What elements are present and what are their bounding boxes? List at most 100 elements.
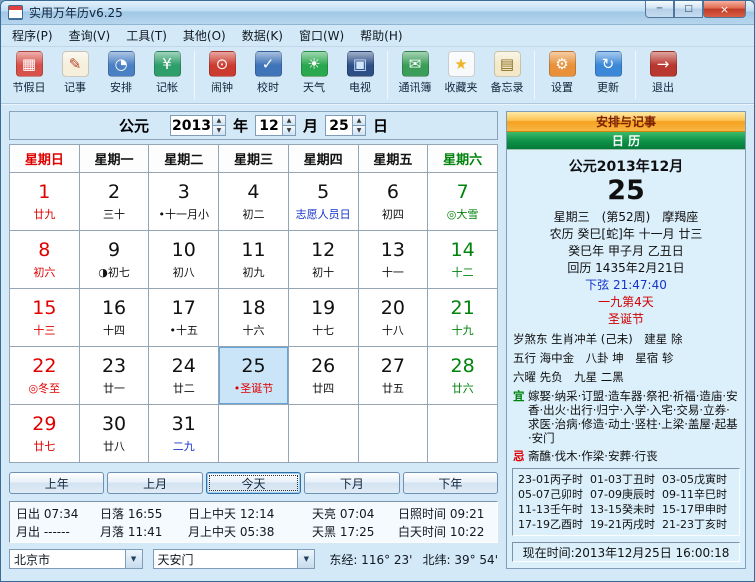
calendar-day-cell-5[interactable]: 5志愿人员日 <box>288 173 358 231</box>
day-lunar-label: 廿七 <box>10 438 79 454</box>
close-button[interactable]: × <box>703 1 746 18</box>
hour-period-cell: 11-13壬午时 <box>518 502 590 517</box>
menu-item[interactable]: 查询(V) <box>61 24 119 47</box>
calendar-day-cell-21[interactable]: 21十九 <box>428 289 498 347</box>
calendar-day-cell-8[interactable]: 8初六 <box>10 231 80 289</box>
toolbar-button-schedule[interactable]: ◔安排 <box>98 50 144 95</box>
calendar-day-cell-17[interactable]: 17•十五 <box>149 289 219 347</box>
notes-icon: ✎ <box>62 51 89 77</box>
day-down-button[interactable]: ▼ <box>352 126 366 136</box>
calendar-day-cell-11[interactable]: 11初九 <box>219 231 289 289</box>
toolbar-button-favorites[interactable]: ★收藏夹 <box>438 50 484 95</box>
prev-year-button[interactable]: 上年 <box>9 472 104 494</box>
calendar-day-cell-27[interactable]: 27廿五 <box>358 347 428 405</box>
toolbar-button-memo[interactable]: ▤备忘录 <box>484 50 530 95</box>
calendar-day-cell-7[interactable]: 7◎大雪 <box>428 173 498 231</box>
city-dropdown-icon[interactable]: ▼ <box>125 550 142 568</box>
day-number: 4 <box>219 181 288 203</box>
hour-period-cell: 19-21丙戌时 <box>590 517 662 532</box>
calendar-day-cell-12[interactable]: 12初十 <box>288 231 358 289</box>
calendar-day-cell-20[interactable]: 20十八 <box>358 289 428 347</box>
calendar-day-cell-31[interactable]: 31二九 <box>149 405 219 463</box>
calendar-day-cell-29[interactable]: 29廿七 <box>10 405 80 463</box>
sun-moon-item: 月上中天 05:38 <box>188 523 312 540</box>
toolbar-button-weather[interactable]: ☀天气 <box>291 50 337 95</box>
sun-moon-row: 日出 07:34日落 16:55日上中天 12:14天亮 07:04日照时间 0… <box>16 504 491 522</box>
menu-item[interactable]: 窗口(W) <box>291 24 352 47</box>
calendar-day-cell-15[interactable]: 15十三 <box>10 289 80 347</box>
toolbar-button-time-sync[interactable]: ✓校时 <box>245 50 291 95</box>
day-number: 17 <box>149 297 218 319</box>
prev-month-button[interactable]: 上月 <box>107 472 202 494</box>
toolbar-button-settings[interactable]: ⚙设置 <box>539 50 585 95</box>
toolbar-button-contacts[interactable]: ✉通讯簿 <box>392 50 438 95</box>
toolbar-button-label: 校时 <box>257 79 279 95</box>
today-button[interactable]: 今天 <box>206 472 301 494</box>
day-lunar-label: 廿八 <box>80 438 149 454</box>
hour-period-cell: 23-01丙子时 <box>518 472 590 487</box>
maximize-button[interactable]: □ <box>674 1 703 18</box>
year-down-button[interactable]: ▼ <box>212 126 226 136</box>
day-up-button[interactable]: ▲ <box>352 115 366 126</box>
calendar-day-cell-19[interactable]: 19十七 <box>288 289 358 347</box>
day-number: 19 <box>289 297 358 319</box>
calendar-day-cell-18[interactable]: 18十六 <box>219 289 289 347</box>
calendar-day-cell-9[interactable]: 9◑初七 <box>79 231 149 289</box>
menu-item[interactable]: 程序(P) <box>4 24 61 47</box>
calendar-day-cell-3[interactable]: 3•十一月小 <box>149 173 219 231</box>
toolbar-button-alarm-clock[interactable]: ⊙闹钟 <box>199 50 245 95</box>
contacts-icon: ✉ <box>402 51 429 77</box>
minimize-button[interactable]: ─ <box>645 1 674 18</box>
calendar-day-cell-14[interactable]: 14十二 <box>428 231 498 289</box>
calendar-day-cell-22[interactable]: 22◎冬至 <box>10 347 80 405</box>
month-value[interactable]: 12 <box>255 115 282 136</box>
city-select[interactable]: 北京市 ▼ <box>9 549 143 569</box>
schedule-notes-header[interactable]: 安排与记事 <box>507 112 745 132</box>
calendar-empty-cell <box>219 405 289 463</box>
nine-period-line: 一九第4天 <box>513 294 739 311</box>
hour-period-cell: 13-15癸未时 <box>590 502 662 517</box>
toolbar-button-notes[interactable]: ✎记事 <box>52 50 98 95</box>
calendar-day-cell-16[interactable]: 16十四 <box>79 289 149 347</box>
calendar-weekday-header: 星期六 <box>428 145 498 173</box>
year-value[interactable]: 2013 <box>170 115 212 136</box>
site-dropdown-icon[interactable]: ▼ <box>297 550 314 568</box>
menu-item[interactable]: 其他(O) <box>175 24 234 47</box>
site-select[interactable]: 天安门 ▼ <box>153 549 316 569</box>
menu-item[interactable]: 工具(T) <box>118 24 175 47</box>
calendar-day-cell-4[interactable]: 4初二 <box>219 173 289 231</box>
calendar-day-cell-26[interactable]: 26廿四 <box>288 347 358 405</box>
toolbar-button-ledger[interactable]: ¥记帐 <box>144 50 190 95</box>
toolbar-button-holiday-calendar[interactable]: ▦节假日 <box>6 50 52 95</box>
toolbar-button-exit[interactable]: →退出 <box>640 50 686 95</box>
toolbar-separator <box>635 51 636 99</box>
calendar-detail-header[interactable]: 日 历 <box>507 132 745 150</box>
calendar-day-cell-23[interactable]: 23廿一 <box>79 347 149 405</box>
calendar-day-cell-10[interactable]: 10初八 <box>149 231 219 289</box>
day-value[interactable]: 25 <box>325 115 352 136</box>
menu-item[interactable]: 数据(K) <box>234 24 291 47</box>
calendar-day-cell-30[interactable]: 30廿八 <box>79 405 149 463</box>
calendar-day-cell-25[interactable]: 25•圣诞节 <box>219 347 289 405</box>
calendar-day-cell-2[interactable]: 2三十 <box>79 173 149 231</box>
calendar-day-cell-24[interactable]: 24廿二 <box>149 347 219 405</box>
menu-item[interactable]: 帮助(H) <box>352 24 410 47</box>
next-year-button[interactable]: 下年 <box>403 472 498 494</box>
next-month-button[interactable]: 下月 <box>304 472 399 494</box>
calendar-empty-cell <box>358 405 428 463</box>
year-up-button[interactable]: ▲ <box>212 115 226 126</box>
toolbar-button-update[interactable]: ↻更新 <box>585 50 631 95</box>
month-up-button[interactable]: ▲ <box>282 115 296 126</box>
toolbar-button-tv[interactable]: ▣电视 <box>337 50 383 95</box>
calendar-week-row: 8初六9◑初七10初八11初九12初十13十一14十二 <box>10 231 498 289</box>
almanac-line-2: 五行 海中金 八卦 坤 星宿 轸 <box>513 351 739 366</box>
day-number: 12 <box>289 239 358 261</box>
calendar-day-cell-28[interactable]: 28廿六 <box>428 347 498 405</box>
calendar-day-cell-6[interactable]: 6初四 <box>358 173 428 231</box>
day-lunar-label: •圣诞节 <box>219 380 288 396</box>
update-icon: ↻ <box>595 51 622 77</box>
toolbar-separator <box>194 51 195 99</box>
month-down-button[interactable]: ▼ <box>282 126 296 136</box>
calendar-day-cell-1[interactable]: 1廿九 <box>10 173 80 231</box>
calendar-day-cell-13[interactable]: 13十一 <box>358 231 428 289</box>
